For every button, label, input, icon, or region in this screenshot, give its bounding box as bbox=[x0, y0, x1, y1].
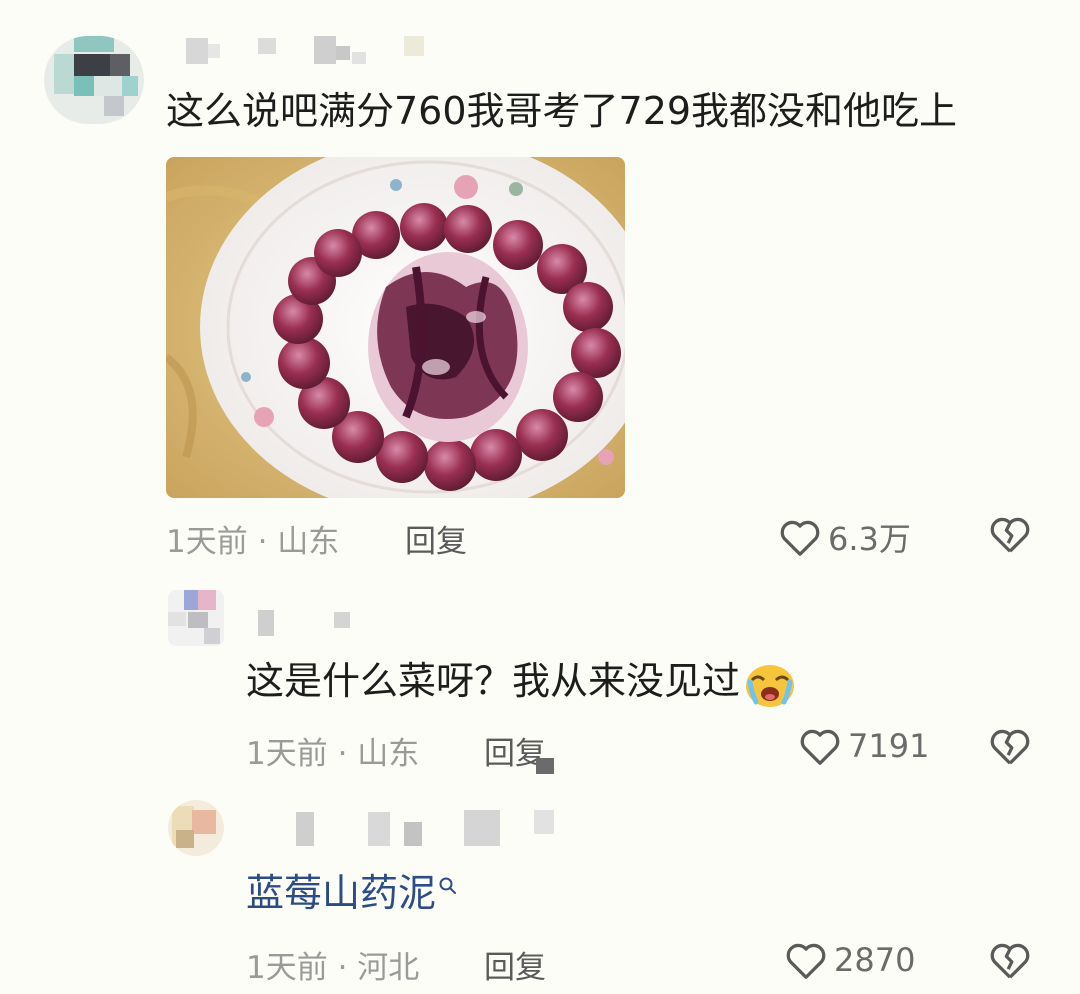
search-link-text: 蓝莓山药泥 bbox=[246, 871, 437, 915]
reply-button[interactable]: 回复 bbox=[484, 942, 546, 987]
comment-text: 这是什么菜呀？我从来没见过 bbox=[246, 658, 796, 708]
heart-outline-icon bbox=[798, 726, 842, 766]
broken-heart-icon bbox=[988, 940, 1032, 980]
dislike-button[interactable] bbox=[988, 514, 1032, 554]
comment-text-content: 这是什么菜呀？我从来没见过 bbox=[246, 659, 741, 703]
like-button[interactable]: 6.3万 bbox=[778, 514, 911, 560]
avatar[interactable] bbox=[44, 36, 144, 124]
reply-button[interactable]: 回复 bbox=[405, 516, 467, 561]
broken-heart-icon bbox=[988, 726, 1032, 766]
avatar[interactable] bbox=[168, 800, 224, 856]
blueberry-yam-photo bbox=[166, 157, 625, 498]
like-count: 2870 bbox=[834, 941, 916, 979]
dislike-button[interactable] bbox=[988, 726, 1032, 766]
like-count: 7191 bbox=[848, 727, 930, 765]
comment-photo[interactable] bbox=[166, 157, 625, 498]
redaction-block bbox=[536, 758, 554, 774]
comment-text: 这么说吧满分760我哥考了729我都没和他吃上 bbox=[166, 89, 958, 133]
comment-time-location: 1天前 · 山东 bbox=[166, 524, 340, 560]
heart-outline-icon bbox=[778, 517, 822, 557]
like-count: 6.3万 bbox=[828, 520, 911, 558]
comment-time-location: 1天前 · 山东 bbox=[246, 736, 420, 772]
broken-heart-icon bbox=[988, 514, 1032, 554]
like-button[interactable]: 2870 bbox=[784, 940, 915, 980]
search-link[interactable]: 蓝莓山药泥 bbox=[246, 870, 458, 916]
heart-outline-icon bbox=[784, 940, 828, 980]
crying-face-emoji bbox=[744, 660, 796, 708]
search-icon bbox=[438, 877, 458, 901]
comment-time-location: 1天前 · 河北 bbox=[246, 950, 420, 986]
like-button[interactable]: 7191 bbox=[798, 726, 929, 766]
dislike-button[interactable] bbox=[988, 940, 1032, 980]
avatar[interactable] bbox=[168, 590, 224, 646]
